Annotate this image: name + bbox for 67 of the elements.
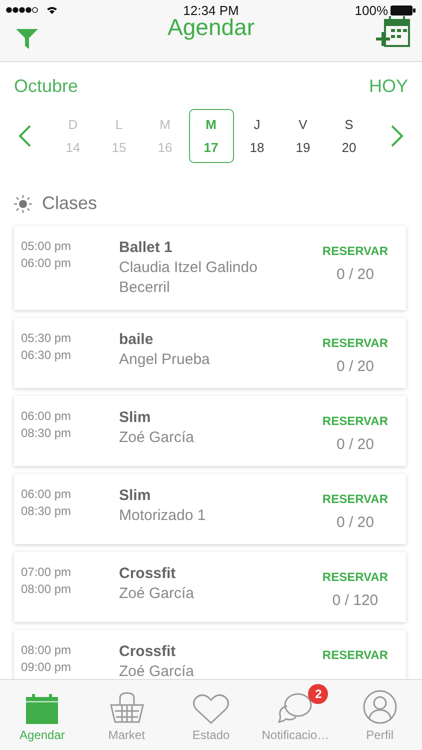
chevron-right-icon[interactable] <box>390 124 404 148</box>
section-title: Clases <box>42 193 98 214</box>
class-name: baile <box>119 330 154 350</box>
reserve-button[interactable]: RESERVAR <box>322 492 388 506</box>
end-time: 08:00 pm <box>21 581 72 598</box>
instructor-name: Zoé García <box>119 584 196 604</box>
start-time: 06:00 pm <box>21 486 72 503</box>
month-label: Octubre <box>14 76 78 97</box>
reserve-button[interactable]: RESERVAR <box>322 336 388 350</box>
basket-icon <box>110 692 144 724</box>
profile-icon <box>362 690 397 724</box>
instructor-name: Zoé García <box>119 662 196 679</box>
battery-icon <box>390 4 416 16</box>
start-time: 08:00 pm <box>21 642 72 659</box>
filter-icon[interactable] <box>16 28 38 48</box>
class-name: Slim <box>119 486 152 506</box>
class-card[interactable]: 05:30 pm 06:30 pm baile Angel Prueba RESERVAR 0 / 20 <box>14 318 406 388</box>
heart-icon <box>193 694 230 724</box>
class-name: Crossfit <box>119 642 177 662</box>
reserve-button[interactable]: RESERVAR <box>322 414 388 428</box>
start-time: 05:00 pm <box>21 238 72 255</box>
reserve-button[interactable]: RESERVAR <box>322 648 388 662</box>
signal-icon <box>6 7 40 13</box>
chat-icon <box>278 692 312 724</box>
day-button[interactable]: M 17 <box>188 109 234 163</box>
wifi-icon <box>46 6 58 14</box>
class-card[interactable]: 06:00 pm 08:30 pm Slim Zoé García RESERVAR 0 / 20 <box>14 396 406 466</box>
class-name: Crossfit <box>119 564 177 584</box>
today-button[interactable]: HOY <box>368 76 408 97</box>
capacity-count: 0 / 20 <box>336 514 374 531</box>
capacity-count: 0 / 20 <box>336 358 374 375</box>
tab-item[interactable]: Market <box>84 680 169 750</box>
calendar-icon <box>26 694 58 724</box>
class-name: Ballet 1 <box>119 238 174 258</box>
notification-badge: 2 <box>308 684 328 704</box>
battery-percent: 100% <box>354 2 388 18</box>
tab-item[interactable]: 2 Notificacio… <box>253 680 338 750</box>
day-button[interactable]: S 20 <box>326 109 372 163</box>
class-name: Slim <box>119 408 152 428</box>
instructor-name: Zoé García <box>119 428 196 448</box>
start-time: 05:30 pm <box>21 330 72 347</box>
class-card[interactable]: 08:00 pm 09:00 pm Crossfit Zoé García RESERVAR <box>14 630 406 679</box>
end-time: 08:30 pm <box>21 503 72 520</box>
chevron-left-icon[interactable] <box>18 124 32 148</box>
class-card[interactable]: 07:00 pm 08:00 pm Crossfit Zoé García RESERVAR 0 / 120 <box>14 552 406 622</box>
capacity-count: 0 / 120 <box>332 592 378 609</box>
tab-item[interactable]: Agendar <box>0 680 84 750</box>
instructor-name: Claudia Itzel Galindo Becerril <box>119 258 258 298</box>
reserve-button[interactable]: RESERVAR <box>322 244 388 258</box>
class-card[interactable]: 06:00 pm 08:30 pm Slim Motorizado 1 RESERVAR 0 / 20 <box>14 474 406 544</box>
instructor-name: Motorizado 1 <box>119 506 207 526</box>
reserve-button[interactable]: RESERVAR <box>322 570 388 584</box>
start-time: 07:00 pm <box>21 564 72 581</box>
day-button[interactable]: J 18 <box>234 109 280 163</box>
start-time: 06:00 pm <box>21 408 72 425</box>
day-button[interactable]: V 19 <box>280 109 326 163</box>
sun-icon <box>14 194 32 212</box>
tab-item[interactable]: Perfil <box>338 680 422 750</box>
class-card[interactable]: 05:00 pm 06:00 pm Ballet 1 Claudia Itzel Galindo Becerril RESERVAR 0 / 20 <box>14 226 406 310</box>
tab-item[interactable]: Estado <box>168 680 254 750</box>
instructor-name: Angel Prueba <box>119 350 211 370</box>
end-time: 09:00 pm <box>21 659 72 676</box>
end-time: 08:30 pm <box>21 425 72 442</box>
end-time: 06:30 pm <box>21 347 72 364</box>
end-time: 06:00 pm <box>21 255 72 272</box>
capacity-count: 0 / 20 <box>336 266 374 283</box>
capacity-count: 0 / 20 <box>336 436 374 453</box>
